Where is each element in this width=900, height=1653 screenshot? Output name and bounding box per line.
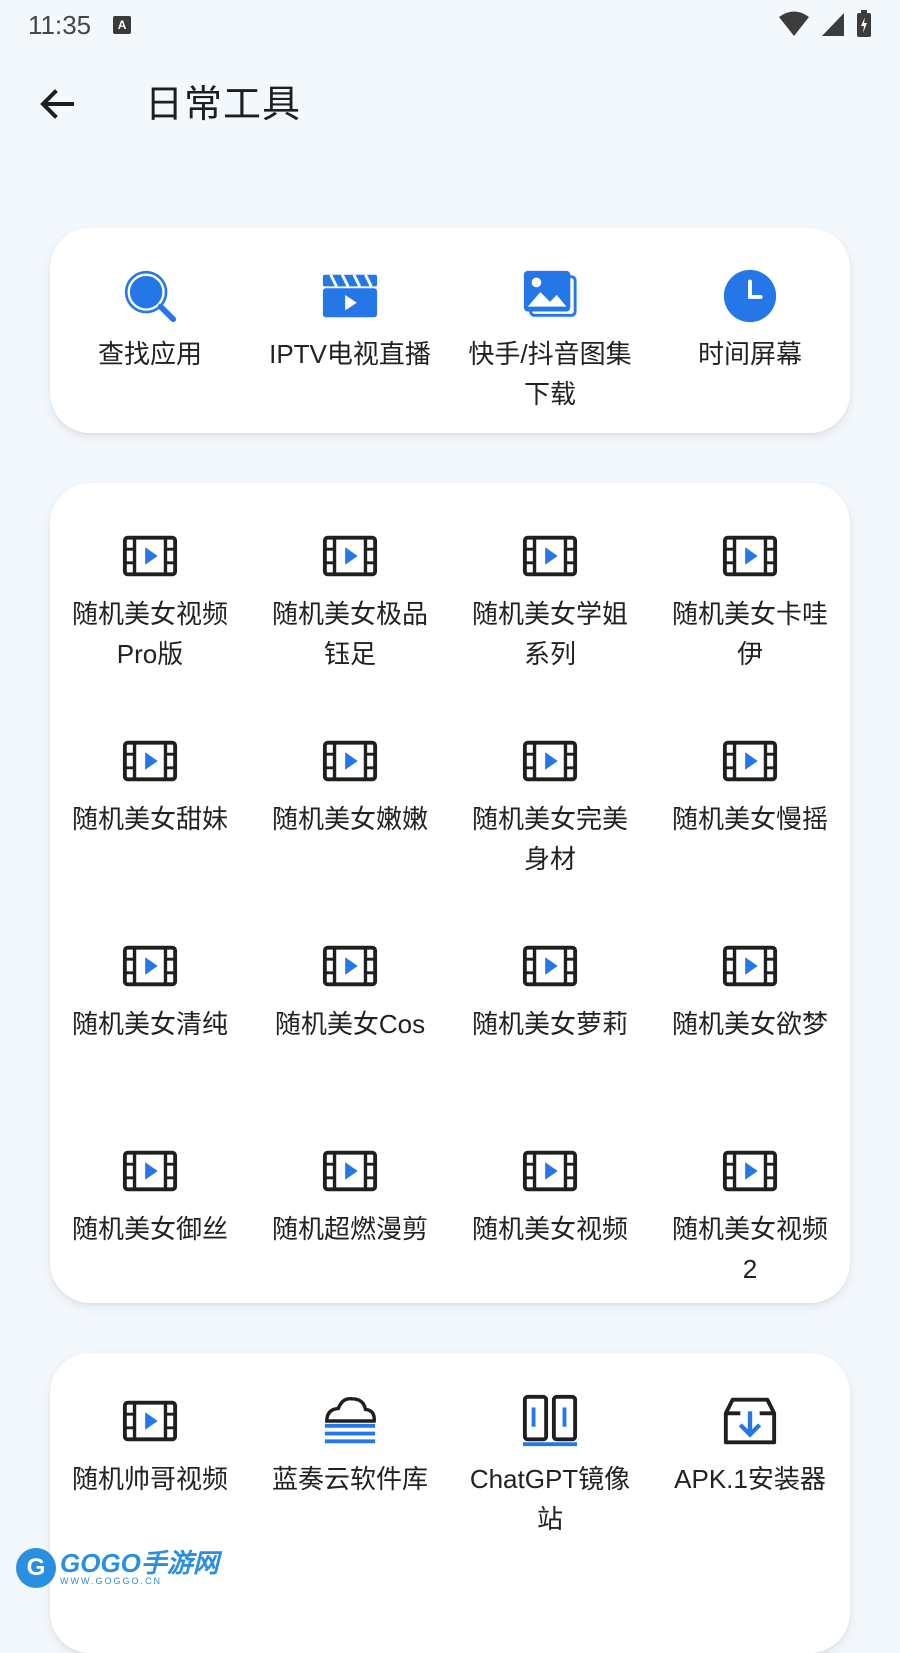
video-clapper-icon — [320, 266, 380, 326]
tool-tile[interactable]: 蓝奏云软件库 — [250, 1391, 450, 1596]
tool-label: 蓝奏云软件库 — [271, 1464, 428, 1494]
tool-label: 查找应用 — [97, 339, 202, 369]
status-bar: 11:35 A — [0, 0, 900, 50]
tool-label: 随机美女Cos — [274, 1009, 426, 1039]
film-play-icon — [720, 526, 780, 586]
tools-card-videos: 随机美女视频Pro版 随机美女极品钰足 随机美女学姐系列 随机美女卡哇伊 随机美女甜妹随… — [50, 483, 850, 1303]
watermark-title: GOGO手游网 — [60, 1548, 219, 1578]
film-play-icon — [520, 526, 580, 586]
film-play-icon — [720, 731, 780, 791]
clock-icon — [720, 266, 780, 326]
tool-label: 随机超燃漫剪 — [271, 1214, 428, 1244]
film-play-icon — [120, 1141, 180, 1201]
tool-label: 随机美女萝莉 — [471, 1009, 628, 1039]
tool-tile[interactable]: 随机美女欲梦 — [650, 936, 850, 1141]
cellular-signal-icon — [822, 13, 844, 36]
film-play-icon — [720, 936, 780, 996]
tool-tile[interactable]: 随机美女完美身材 — [450, 731, 650, 936]
tool-tile[interactable]: 随机美女御丝 — [50, 1141, 250, 1346]
film-play-icon — [120, 1391, 180, 1451]
watermark-logo: G GOGO手游网 WWW.GOGGO.CN — [16, 1548, 219, 1588]
tools-card-more: 随机帅哥视频 蓝奏云软件库 ChatGPT镜像站 APK.1安装器 — [50, 1353, 850, 1653]
tool-label: 随机美女欲梦 — [671, 1009, 828, 1039]
tool-label: 随机美女视频Pro版 — [71, 599, 228, 669]
watermark-glyph: G — [16, 1548, 56, 1588]
tool-label: 随机美女嫩嫩 — [271, 804, 428, 834]
tool-label: 随机美女卡哇伊 — [671, 599, 828, 669]
tool-tile[interactable]: 随机美女萝莉 — [450, 936, 650, 1141]
tool-tile[interactable]: 随机美女视频2 — [650, 1141, 850, 1346]
tools-grid: 随机美女视频Pro版 随机美女极品钰足 随机美女学姐系列 随机美女卡哇伊 随机美女甜妹随… — [50, 483, 850, 1346]
tool-tile[interactable]: ChatGPT镜像站 — [450, 1391, 650, 1596]
page-title: 日常工具 — [145, 84, 302, 126]
tool-tile[interactable]: 随机美女视频 — [450, 1141, 650, 1346]
film-play-icon — [520, 1141, 580, 1201]
tool-label: 随机美女完美身材 — [471, 804, 628, 874]
tool-tile[interactable]: 随机超燃漫剪 — [250, 1141, 450, 1346]
tool-label: 随机美女甜妹 — [71, 804, 228, 834]
app-bar: 日常工具 — [0, 60, 900, 150]
film-play-icon — [320, 731, 380, 791]
film-play-icon — [320, 1141, 380, 1201]
watermark-subtitle: WWW.GOGGO.CN — [60, 1576, 162, 1586]
tool-tile[interactable]: 随机美女甜妹 — [50, 731, 250, 936]
film-play-icon — [520, 936, 580, 996]
film-play-icon — [120, 936, 180, 996]
tool-label: 快手/抖音图集下载 — [468, 339, 632, 409]
notification-icon: A — [113, 16, 132, 34]
tool-tile[interactable]: 时间屏幕 — [650, 266, 850, 426]
tool-tile[interactable]: IPTV电视直播 — [250, 266, 450, 426]
box-download-icon — [720, 1391, 780, 1451]
tool-label: 随机美女学姐系列 — [471, 599, 628, 669]
status-time: 11:35 — [28, 9, 92, 40]
cloud-layers-icon — [320, 1391, 380, 1451]
tool-label: IPTV电视直播 — [269, 339, 431, 369]
film-play-icon — [520, 731, 580, 791]
battery-icon — [857, 10, 871, 37]
tools-grid: 查找应用 IPTV电视直播 快手/抖音图集下载 时间屏幕 — [50, 228, 850, 426]
film-play-icon — [120, 526, 180, 586]
tool-tile[interactable]: 随机美女卡哇伊 — [650, 526, 850, 731]
tool-tile[interactable]: 随机美女极品钰足 — [250, 526, 450, 731]
status-icons — [778, 10, 872, 38]
mirror-panels-icon — [520, 1391, 580, 1451]
film-play-icon — [320, 936, 380, 996]
tool-label: ChatGPT镜像站 — [469, 1464, 631, 1534]
tool-tile[interactable]: APK.1安装器 — [650, 1391, 850, 1596]
search-icon — [120, 266, 180, 326]
tool-label: 随机美女慢摇 — [671, 804, 828, 834]
tool-label: 随机美女极品钰足 — [271, 599, 428, 669]
tool-tile[interactable]: 查找应用 — [50, 266, 250, 426]
back-button[interactable] — [32, 80, 82, 130]
tool-tile[interactable]: 随机美女慢摇 — [650, 731, 850, 936]
tool-tile[interactable]: 随机美女视频Pro版 — [50, 526, 250, 731]
tool-label: 随机美女清纯 — [71, 1009, 228, 1039]
tool-label: 时间屏幕 — [697, 339, 802, 369]
tool-label: 随机帅哥视频 — [71, 1464, 228, 1494]
film-play-icon — [120, 731, 180, 791]
tool-tile[interactable]: 快手/抖音图集下载 — [450, 266, 650, 426]
tool-label: 随机美女视频2 — [671, 1214, 828, 1284]
tool-label: APK.1安装器 — [674, 1464, 826, 1494]
tool-label: 随机美女视频 — [471, 1214, 628, 1244]
tool-label: 随机美女御丝 — [71, 1214, 228, 1244]
arrow-left-icon — [40, 89, 74, 119]
tool-tile[interactable]: 随机美女学姐系列 — [450, 526, 650, 731]
tool-tile[interactable]: 随机美女清纯 — [50, 936, 250, 1141]
tool-tile[interactable]: 随机美女嫩嫩 — [250, 731, 450, 936]
film-play-icon — [720, 1141, 780, 1201]
tool-tile[interactable]: 随机美女Cos — [250, 936, 450, 1141]
film-play-icon — [320, 526, 380, 586]
wifi-icon — [779, 11, 809, 36]
tools-card-main: 查找应用 IPTV电视直播 快手/抖音图集下载 时间屏幕 — [50, 228, 850, 433]
image-gallery-icon — [520, 266, 580, 326]
